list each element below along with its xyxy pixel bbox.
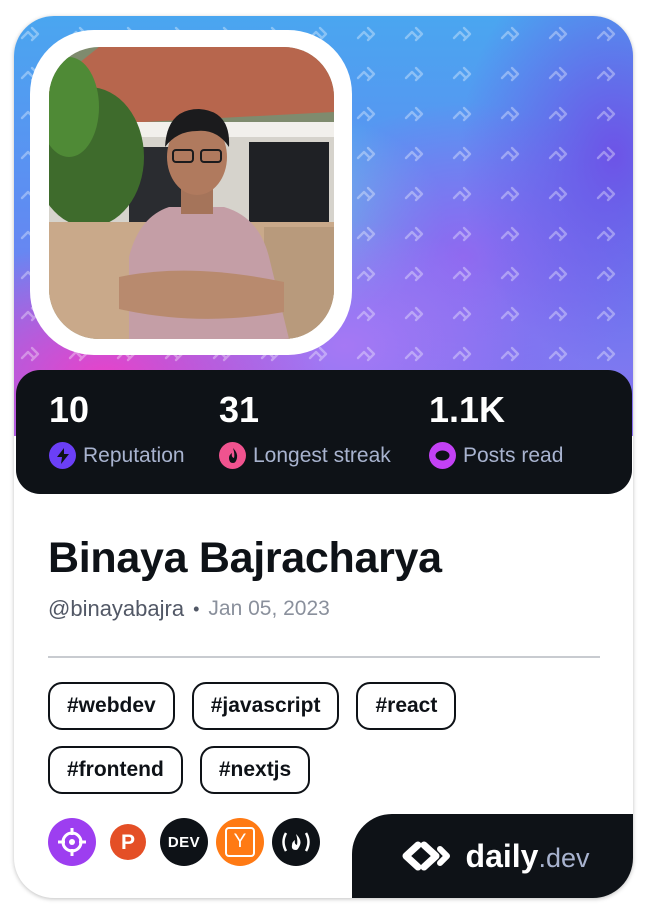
stat-value: 10: [49, 389, 90, 430]
stat-value: 31: [219, 389, 260, 430]
source-list: P DEV Y: [48, 818, 328, 866]
dev-to-glyph: DEV: [167, 833, 201, 851]
profile-name: Binaya Bajracharya: [48, 534, 442, 582]
stat-label: Reputation: [83, 443, 185, 467]
username[interactable]: @binayabajra: [48, 596, 184, 622]
stat-posts-read: 1.1K Posts read: [429, 390, 563, 469]
freecodecamp-icon[interactable]: [272, 818, 320, 866]
lightning-icon: [49, 442, 76, 469]
dev-to-icon[interactable]: DEV: [160, 818, 208, 866]
avatar[interactable]: [49, 47, 334, 339]
stat-label: Posts read: [463, 443, 564, 467]
tag-react[interactable]: #react: [356, 682, 457, 730]
tag-nextjs[interactable]: #nextjs: [199, 746, 311, 794]
tag-webdev[interactable]: #webdev: [48, 682, 175, 730]
stat-longest-streak: 31 Longest streak: [219, 390, 391, 469]
joined-date: Jan 05, 2023: [208, 597, 330, 620]
tag-list: #webdev #javascript #react #frontend #ne…: [48, 682, 608, 810]
daily-dev-brand[interactable]: daily .dev: [352, 814, 633, 898]
brand-dev: .dev: [538, 842, 590, 873]
stat-reputation: 10 Reputation: [49, 390, 185, 469]
brand-daily: daily: [465, 837, 539, 874]
hacker-news-glyph: Y: [225, 827, 255, 857]
flame-icon: [219, 442, 246, 469]
meta-separator: •: [193, 598, 200, 619]
tag-frontend[interactable]: #frontend: [48, 746, 183, 794]
daily-dev-logo-icon: [402, 841, 450, 871]
stat-label: Longest streak: [253, 443, 391, 467]
stat-value: 1.1K: [429, 389, 506, 430]
brand-wordmark: daily .dev: [466, 838, 590, 875]
stats-bar: 10 Reputation 31 Longest streak 1.1K Pos…: [16, 370, 632, 494]
tag-javascript[interactable]: #javascript: [191, 682, 340, 730]
avatar-photo: [49, 47, 334, 339]
hacker-news-icon[interactable]: Y: [216, 818, 264, 866]
devcard: 10 Reputation 31 Longest streak 1.1K Pos…: [14, 16, 633, 898]
product-hunt-icon[interactable]: P: [104, 818, 152, 866]
product-hunt-glyph: P: [121, 831, 135, 854]
eye-ring-icon: [429, 442, 456, 469]
crosshair-source-icon[interactable]: [48, 818, 96, 866]
avatar-frame: [30, 30, 352, 355]
profile-meta: @binayabajra • Jan 05, 2023: [48, 596, 330, 622]
divider: [48, 656, 600, 658]
